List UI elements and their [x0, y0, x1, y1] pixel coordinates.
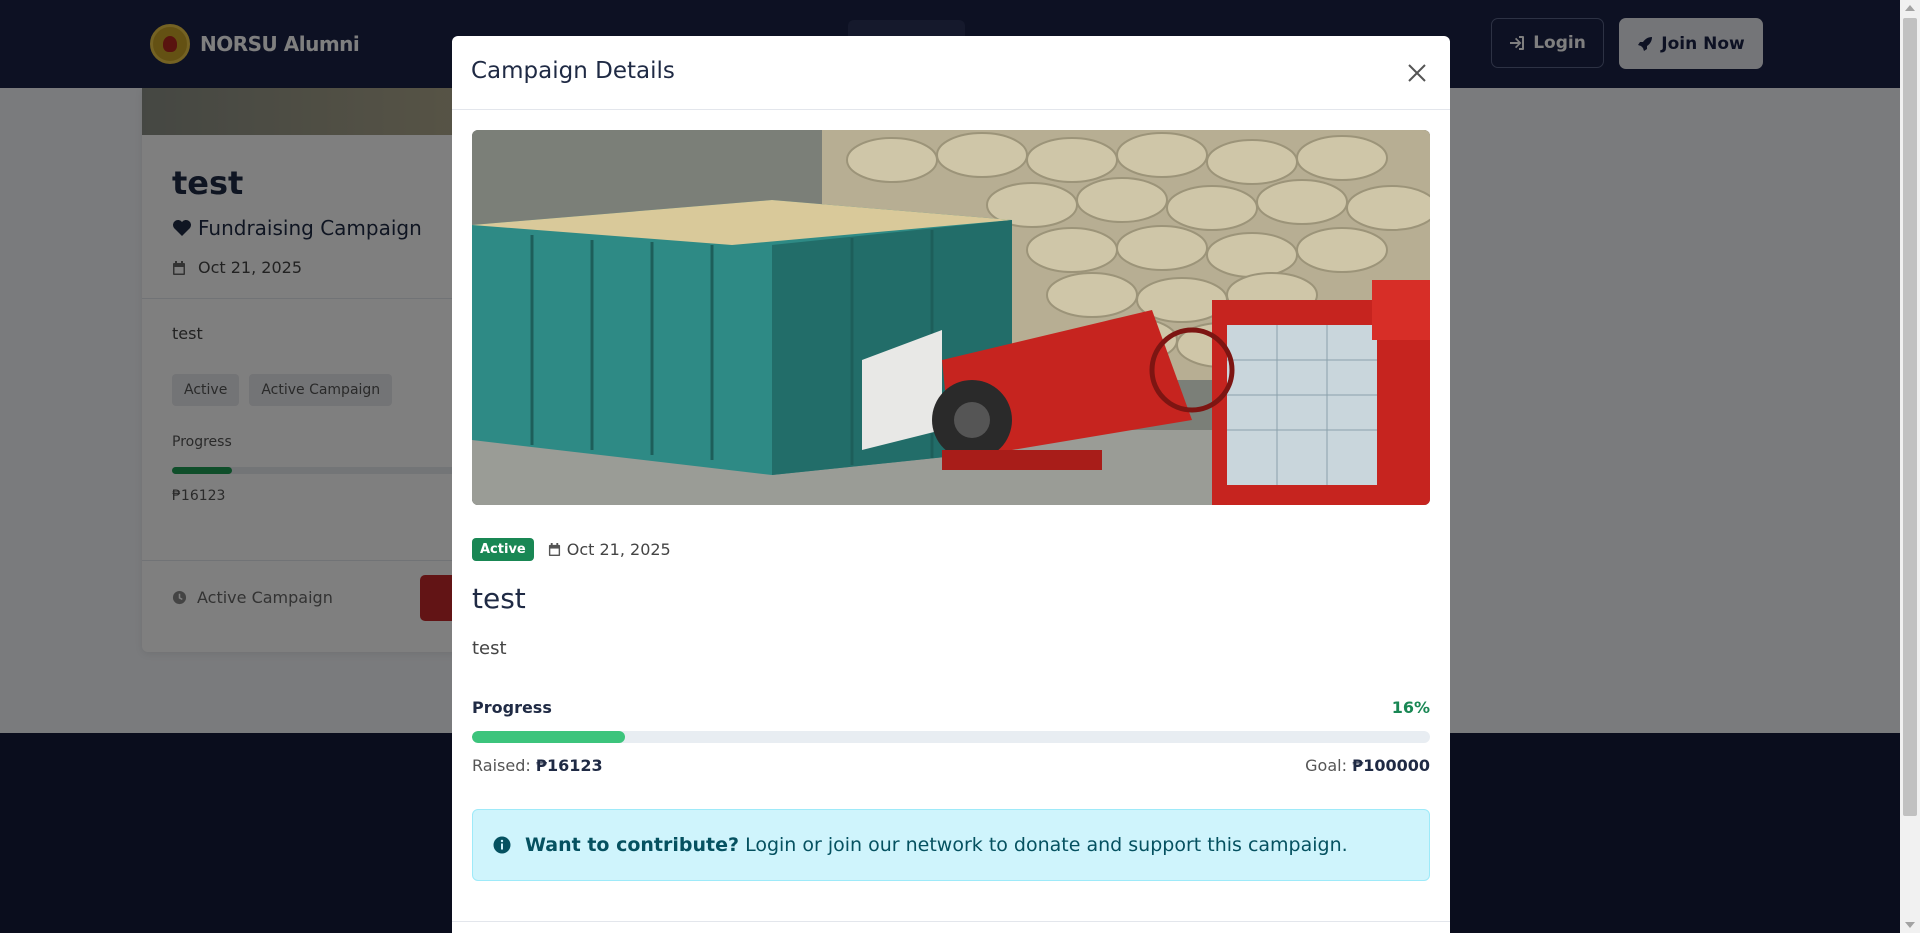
- campaign-title: test: [472, 582, 526, 615]
- info-circle-icon: [493, 836, 511, 854]
- modal-header: Campaign Details: [452, 36, 1450, 110]
- progress-fill: [472, 731, 626, 743]
- progress-percent: 16%: [1391, 698, 1430, 717]
- calendar-icon: [548, 543, 560, 556]
- alert-text: Login or join our network to donate and …: [745, 834, 1348, 856]
- scroll-up-arrow[interactable]: [1905, 5, 1915, 11]
- alert-text-wrap: Want to contribute? Login or join our ne…: [525, 834, 1348, 856]
- goal-amount: Goal: ₱100000: [1305, 756, 1430, 775]
- campaign-photo: [472, 130, 1430, 505]
- alert-strong: Want to contribute?: [525, 834, 740, 856]
- goal-label: Goal:: [1305, 756, 1347, 775]
- progress-bar: [472, 731, 1430, 743]
- campaign-date: Oct 21, 2025: [548, 540, 671, 559]
- goal-value: ₱100000: [1352, 756, 1430, 775]
- scrollbar-thumb[interactable]: [1903, 18, 1917, 816]
- contribute-alert: Want to contribute? Login or join our ne…: [472, 809, 1430, 881]
- campaign-details-modal: Campaign Details Active Oct 21, 2025 tes…: [452, 36, 1450, 933]
- status-badge: Active: [472, 538, 534, 561]
- modal-title: Campaign Details: [471, 58, 675, 84]
- campaign-meta: Active Oct 21, 2025: [472, 538, 671, 561]
- raised-value: ₱16123: [535, 756, 603, 775]
- campaign-description: test: [472, 638, 507, 659]
- raised-label: Raised:: [472, 756, 531, 775]
- scroll-down-arrow[interactable]: [1905, 922, 1915, 928]
- progress-label: Progress: [472, 698, 552, 717]
- campaign-date-text: Oct 21, 2025: [566, 540, 671, 559]
- modal-footer-divider: [452, 921, 1450, 922]
- campaign-image: [472, 130, 1430, 505]
- page-scrollbar[interactable]: [1900, 0, 1920, 933]
- close-icon[interactable]: [1406, 62, 1428, 84]
- raised-amount: Raised: ₱16123: [472, 756, 603, 775]
